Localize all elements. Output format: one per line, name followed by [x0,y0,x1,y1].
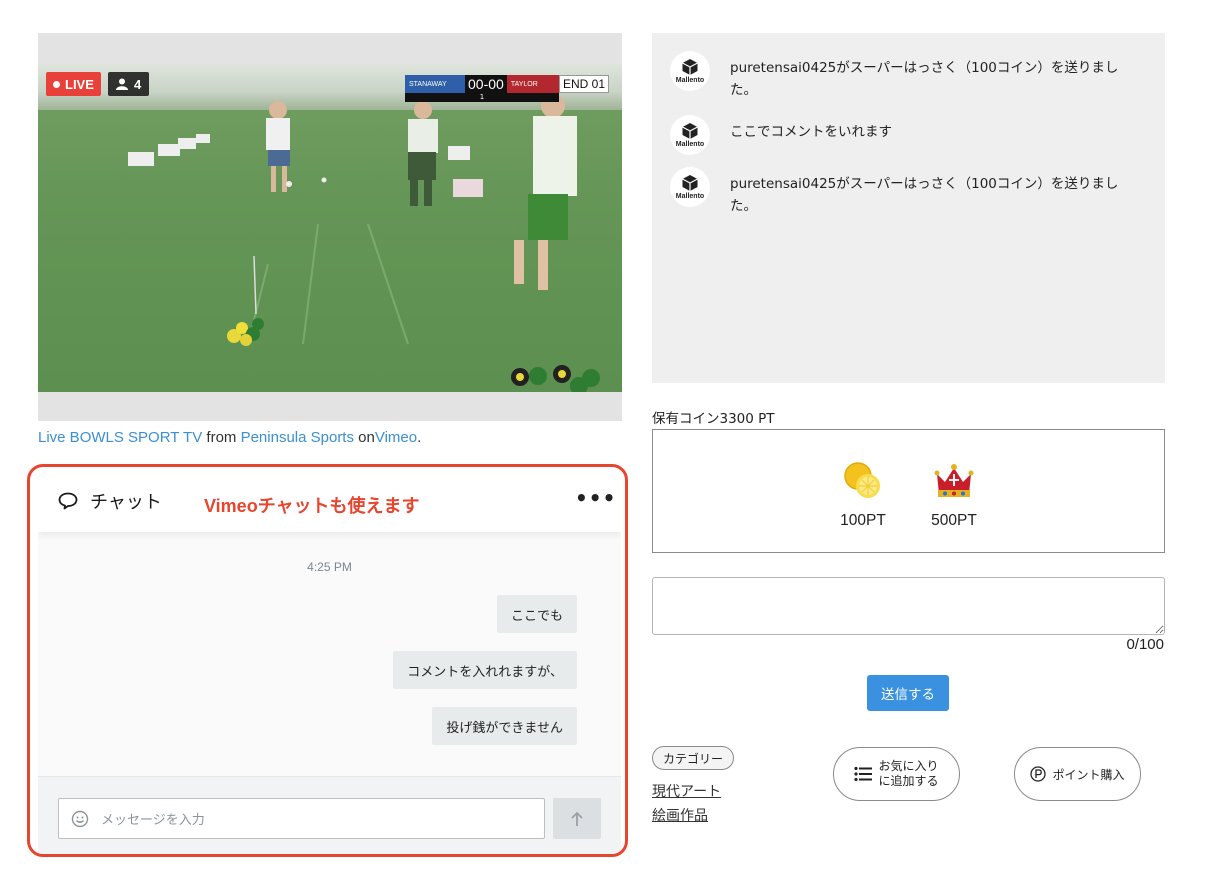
category-link[interactable]: 絵画作品 [652,805,708,825]
avatar: Mallento [670,51,710,91]
favorite-label-line2: に追加する [878,774,939,788]
gift-selector: 100PT 500PT [652,429,1165,553]
avatar: Mallento [670,115,710,155]
add-to-favorites-button[interactable]: お気に入り に追加する [833,747,960,801]
user-icon [116,78,128,90]
live-label: LIVE [65,76,94,92]
buy-points-button[interactable]: ポイント購入 [1014,747,1141,801]
crown-icon [934,464,974,497]
cube-logo-icon [682,59,698,75]
send-button[interactable]: 送信する [867,675,949,711]
chat-highlight-outline [27,464,628,857]
gift-option-crown[interactable]: 500PT [919,460,989,530]
comment-text: puretensai0425がスーパーはっさく（100コイン）を送りました。 [730,176,1119,214]
favorite-label-line1: お気に入り [878,759,939,773]
team-a-name: STANAWAY [405,75,465,93]
video-caption: Live BOWLS SPORT TV from Peninsula Sport… [38,429,421,446]
cube-logo-icon [682,175,698,191]
category-link[interactable]: 現代アート [652,781,721,801]
sub-score: 1 [405,93,559,102]
point-coin-icon [1030,766,1047,782]
comment-textarea[interactable] [652,577,1165,635]
score: 00-00 [465,75,507,93]
comment-feed: Mallento puretensai0425がスーパーはっさく（100コイン）… [652,33,1165,383]
gift-option-grapefruit[interactable]: 100PT [828,460,898,530]
channel-link[interactable]: Peninsula Sports [241,429,354,446]
comment-text: puretensai0425がスーパーはっさく（100コイン）を送りました。 [730,60,1119,98]
coin-balance: 保有コイン3300 PT [652,411,775,427]
avatar: Mallento [670,167,710,207]
favorite-label: お気に入り に追加する [878,759,938,789]
avatar-brand: Mallento [675,193,705,200]
caption-on: on [358,429,375,446]
video-scene [128,94,600,392]
video-title-link[interactable]: Live BOWLS SPORT TV [38,429,202,446]
list-icon [854,766,873,782]
grapefruit-icon [844,462,880,498]
viewer-count-badge: 4 [108,72,150,96]
character-count: 0/100 [1126,636,1164,653]
cube-logo-icon [682,123,698,139]
gift-price: 100PT [840,512,886,529]
video-frame[interactable]: LIVE 4 STANAWAY 00-00 TAYLOR END 01 1 [38,64,622,392]
viewer-count: 4 [134,76,142,92]
caption-period: . [417,429,422,446]
avatar-brand: Mallento [675,77,705,84]
category-label: カテゴリー [652,746,735,770]
gift-price: 500PT [931,512,977,529]
caption-from: from [206,429,237,446]
end-indicator: END 01 [559,75,609,93]
video-player[interactable]: LIVE 4 STANAWAY 00-00 TAYLOR END 01 1 [38,33,622,421]
team-b-name: TAYLOR [506,75,562,93]
live-badge: LIVE [46,72,101,96]
vimeo-link[interactable]: Vimeo [375,429,417,446]
page: LIVE 4 STANAWAY 00-00 TAYLOR END 01 1 Li… [0,0,1207,877]
live-dot-icon [53,80,60,88]
avatar-brand: Mallento [675,141,705,148]
comment-text: ここでコメントをいれます [730,124,892,140]
buy-points-label: ポイント購入 [1052,767,1125,782]
